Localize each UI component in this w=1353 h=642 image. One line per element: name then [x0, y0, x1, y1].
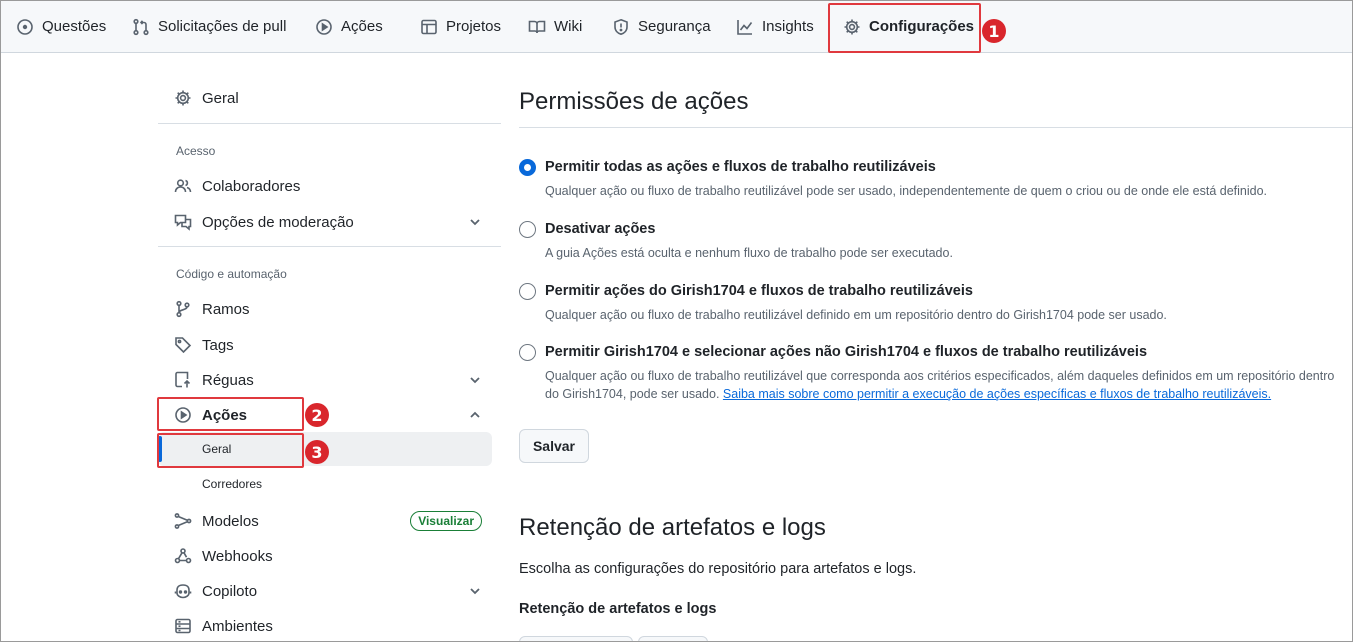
- save-button[interactable]: Salvar: [519, 429, 589, 463]
- copilot-icon: [174, 582, 192, 600]
- tab-insights-label: Insights: [762, 18, 814, 35]
- annotation-badge-3: 3: [305, 440, 329, 464]
- sidebar-item-tags[interactable]: Tags: [158, 329, 492, 361]
- sidebar-item-label: Réguas: [202, 371, 254, 389]
- branch-icon: [174, 300, 192, 318]
- sidebar-subitem-label: Corredores: [202, 477, 263, 491]
- sidebar-item-label: Geral: [202, 89, 239, 107]
- tab-projects-label: Projetos: [446, 18, 502, 35]
- sidebar-item-copilot[interactable]: Copiloto: [158, 575, 492, 607]
- sidebar-item-collaborators[interactable]: Colaboradores: [158, 170, 492, 202]
- radio-local-actions[interactable]: [519, 283, 536, 300]
- tab-actions[interactable]: Ações: [315, 0, 383, 53]
- page-title: Permissões de ações: [519, 88, 749, 115]
- tab-security[interactable]: Segurança: [612, 0, 711, 53]
- sidebar-item-label: Copiloto: [202, 582, 258, 600]
- tab-actions-label: Ações: [341, 18, 383, 35]
- option-description: Qualquer ação ou fluxo de trabalho reuti…: [545, 184, 1268, 198]
- webhook-icon: [174, 547, 192, 565]
- sidebar-divider: [158, 123, 501, 124]
- option-title: Desativar ações: [545, 221, 656, 237]
- chevron-up-icon[interactable]: [468, 408, 482, 422]
- retention-title: Retenção de artefatos e logs: [519, 514, 826, 541]
- retention-unit-select[interactable]: [638, 636, 708, 642]
- option-title: Permitir todas as ações e fluxos de trab…: [545, 159, 936, 175]
- annotation-box-1: [828, 3, 981, 53]
- annotation-box-3: [157, 433, 304, 468]
- annotation-box-2: [157, 397, 304, 431]
- tab-pull-requests-label: Solicitações de pull: [158, 18, 287, 35]
- retention-input[interactable]: [519, 636, 633, 642]
- book-icon: [528, 20, 546, 33]
- table-icon: [421, 19, 437, 34]
- people-icon: [174, 177, 192, 195]
- tab-wiki-label: Wiki: [554, 18, 583, 35]
- radio-all-actions[interactable]: [519, 159, 536, 176]
- radio-disable-actions[interactable]: [519, 221, 536, 238]
- sidebar-item-branches[interactable]: Ramos: [158, 293, 492, 325]
- section-divider: [519, 127, 1353, 128]
- option-description: Qualquer ação ou fluxo de trabalho reuti…: [545, 367, 1345, 403]
- chevron-down-icon[interactable]: [468, 373, 482, 387]
- comment-discussion-icon: [174, 213, 192, 231]
- sidebar-item-label: Opções de moderação: [202, 213, 354, 231]
- sidebar-item-moderation[interactable]: Opções de moderação: [158, 206, 492, 238]
- gear-icon: [174, 89, 192, 107]
- issue-icon: [17, 18, 33, 35]
- tab-projects[interactable]: Projetos: [420, 0, 501, 53]
- tab-pull-requests[interactable]: Solicitações de pull: [132, 0, 286, 53]
- annotation-badge-2: 2: [305, 403, 329, 427]
- graph-icon: [737, 19, 753, 35]
- annotation-badge-1: 1: [982, 19, 1006, 43]
- play-icon: [316, 18, 332, 35]
- preview-badge: Visualizar: [410, 511, 482, 531]
- sidebar-item-rules[interactable]: Réguas: [158, 364, 492, 396]
- sidebar-item-label: Tags: [202, 336, 234, 354]
- option-title: Permitir ações do Girish1704 e fluxos de…: [545, 283, 973, 299]
- tab-security-label: Segurança: [638, 18, 711, 35]
- chevron-down-icon[interactable]: [468, 215, 482, 229]
- repo-tab-bar: Questões Solicitações de pull Ações Proj…: [0, 0, 1353, 53]
- learn-more-link[interactable]: Saiba mais sobre como permitir a execuçã…: [723, 387, 1271, 401]
- option-title: Permitir Girish1704 e selecionar ações n…: [545, 344, 1148, 360]
- repo-push-icon: [174, 371, 192, 389]
- retention-field-label: Retenção de artefatos e logs: [519, 601, 717, 617]
- sidebar-heading-access: Acesso: [176, 144, 216, 158]
- radio-select-actions[interactable]: [519, 344, 536, 361]
- sidebar-item-models[interactable]: Modelos Visualizar: [158, 505, 492, 537]
- sidebar-item-label: Ramos: [202, 300, 250, 318]
- sidebar-item-label: Webhooks: [202, 547, 273, 565]
- models-icon: [174, 512, 192, 530]
- chevron-down-icon[interactable]: [468, 584, 482, 598]
- option-description: A guia Ações está oculta e nenhum fluxo …: [545, 246, 953, 260]
- sidebar-item-label: Ambientes: [202, 617, 273, 635]
- tab-insights[interactable]: Insights: [736, 0, 814, 53]
- tab-issues-label: Questões: [42, 18, 107, 35]
- tag-icon: [174, 336, 192, 354]
- shield-icon: [614, 18, 628, 35]
- sidebar-subitem-runners[interactable]: Corredores: [158, 467, 492, 501]
- sidebar-item-general[interactable]: Geral: [158, 82, 492, 114]
- sidebar-divider: [158, 246, 501, 247]
- sidebar-item-environments[interactable]: Ambientes: [158, 610, 492, 642]
- sidebar-item-webhooks[interactable]: Webhooks: [158, 540, 492, 572]
- tab-wiki[interactable]: Wiki: [528, 0, 582, 53]
- retention-description: Escolha as configurações do repositório …: [519, 561, 917, 577]
- pull-request-icon: [133, 18, 149, 35]
- option-description: Qualquer ação ou fluxo de trabalho reuti…: [545, 308, 1167, 322]
- sidebar-item-label: Colaboradores: [202, 177, 301, 195]
- server-icon: [174, 617, 192, 635]
- tab-issues[interactable]: Questões: [16, 0, 106, 53]
- sidebar-item-label: Modelos: [202, 512, 259, 530]
- sidebar-heading-code: Código e automação: [176, 267, 287, 281]
